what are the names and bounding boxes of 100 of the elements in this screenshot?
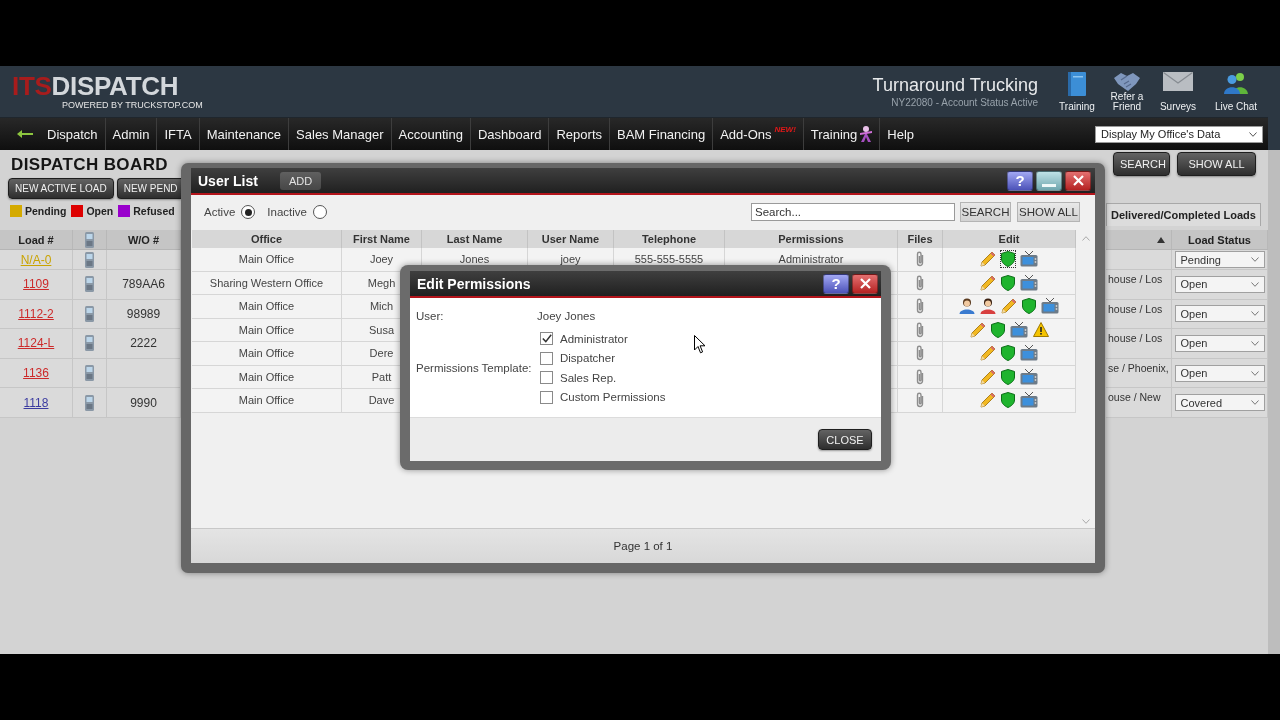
checkbox-label: Sales Rep. [560,371,617,384]
tv-icon[interactable] [1019,391,1039,410]
checkbox-label: Dispatcher [560,352,615,365]
phone-icon [85,365,94,382]
first-name: Patt [371,370,392,383]
radio-button[interactable] [241,205,256,219]
company-name: Turnaround Trucking [872,73,1038,96]
first-name: Dave [368,394,395,407]
checkmark-icon [541,334,552,344]
paperclip-icon[interactable] [916,392,924,409]
warning-icon[interactable] [1031,321,1050,339]
status-select[interactable]: Open [1174,305,1265,323]
close-button[interactable] [852,273,878,294]
chevron-down-icon [1250,257,1259,262]
tv-icon[interactable] [1019,367,1039,386]
paperclip-icon[interactable] [916,251,924,268]
status-select[interactable]: Open [1174,364,1265,382]
show-all-button[interactable]: SHOW ALL [1177,152,1256,176]
page-scrollbar[interactable] [1268,66,1280,654]
pencil-icon[interactable] [979,367,997,386]
status-select[interactable]: Open [1174,335,1265,352]
tv-icon[interactable] [1019,344,1039,363]
office-name: Main Office [238,323,295,336]
status-select[interactable]: Open [1174,275,1265,293]
tv-icon[interactable] [1040,297,1060,316]
permission-level: Administrator [778,253,844,266]
paperclip-icon[interactable] [916,368,924,385]
radio-button[interactable] [312,205,327,219]
search-button[interactable]: SEARCH [960,202,1011,222]
shield-icon[interactable] [1000,344,1016,363]
route-text: ouse / New [1108,391,1161,404]
add-button[interactable]: ADD [279,171,322,190]
checkbox[interactable] [540,371,553,385]
left-arrow-icon[interactable] [17,130,33,138]
close-icon [1072,175,1084,186]
radio-label: Active [204,206,236,218]
load-number-link[interactable]: 1136 [23,366,49,381]
load-number-link[interactable]: 1118 [23,395,49,410]
quick-link-button[interactable]: Refer a Friend [1108,71,1146,112]
pencil-icon[interactable] [979,391,997,410]
quick-link-button[interactable]: Live Chat [1210,71,1262,112]
minimize-button[interactable] [1036,170,1062,191]
route-text: house / Los [1108,302,1163,315]
new-load-button[interactable]: NEW PEND [116,178,181,199]
pencil-icon[interactable] [979,344,997,363]
tv-icon[interactable] [1019,250,1039,269]
search-button[interactable]: SEARCH [1113,152,1170,176]
paperclip-icon[interactable] [916,345,924,362]
search-field[interactable]: Search... [751,203,955,221]
telephone-number: 555-555-5555 [634,253,704,266]
shield-icon[interactable] [1021,297,1037,316]
shield-icon[interactable] [1000,391,1016,410]
chevron-down-icon [1082,519,1090,524]
tv-icon[interactable] [1008,320,1029,339]
office-select[interactable]: Display My Office's Data [1095,125,1263,143]
chevron-down-icon [1250,370,1259,376]
shield-icon[interactable] [1000,367,1016,386]
person-icon[interactable] [979,297,997,316]
nav-link[interactable]: Help [880,118,922,150]
paperclip-icon[interactable] [916,298,924,315]
office-name: Sharing Western Office [209,276,324,289]
paperclip-icon[interactable] [916,321,924,338]
chevron-down-icon [1250,281,1259,287]
load-number-link[interactable]: 1112-2 [18,306,54,321]
page-indicator: Page 1 of 1 [613,540,673,552]
status-select[interactable]: Covered [1174,394,1265,412]
tv-icon[interactable] [1019,273,1039,292]
load-number-link[interactable]: 1124-L [17,336,55,351]
field-label: Permissions Template: [416,361,532,375]
paperclip-icon[interactable] [916,274,924,291]
chevron-down-icon [1249,131,1257,137]
close-button[interactable]: CLOSE [818,429,872,450]
shield-icon[interactable] [1000,273,1016,292]
phone-icon [85,231,94,248]
phone-icon [85,394,94,411]
load-number-link[interactable]: 1109 [23,277,49,292]
status-select[interactable]: Pending [1174,251,1265,268]
phone-icon [85,276,94,293]
office-name: Main Office [238,370,295,383]
shield-icon[interactable] [989,320,1006,339]
close-button[interactable] [1065,170,1091,191]
quick-link-button[interactable]: Surveys [1155,71,1201,112]
first-name: Susa [368,323,395,336]
shield-icon[interactable] [1000,250,1016,269]
sort-arrow-icon[interactable] [1157,236,1165,243]
account-status: NY22080 - Account Status Active [891,95,1038,110]
new-load-button[interactable]: NEW ACTIVE LOAD [8,178,114,199]
envelope-icon [1163,71,1193,91]
office-name: Main Office [238,253,295,266]
loads-tab[interactable]: Delivered/Completed Loads [1106,203,1261,226]
show-all-button[interactable]: SHOW ALL [1017,202,1080,222]
logo-tagline: POWERED BY TRUCKSTOP.COM [62,100,203,110]
checkbox[interactable] [540,332,553,346]
person-icon[interactable] [958,297,976,316]
checkbox[interactable] [540,390,553,404]
chevron-down-icon [1250,341,1259,346]
checkbox[interactable] [540,351,553,365]
quick-link-button[interactable]: Training [1055,71,1099,112]
legend-label: Refused [133,205,175,217]
dialog-title: Edit Permissions [417,275,531,292]
